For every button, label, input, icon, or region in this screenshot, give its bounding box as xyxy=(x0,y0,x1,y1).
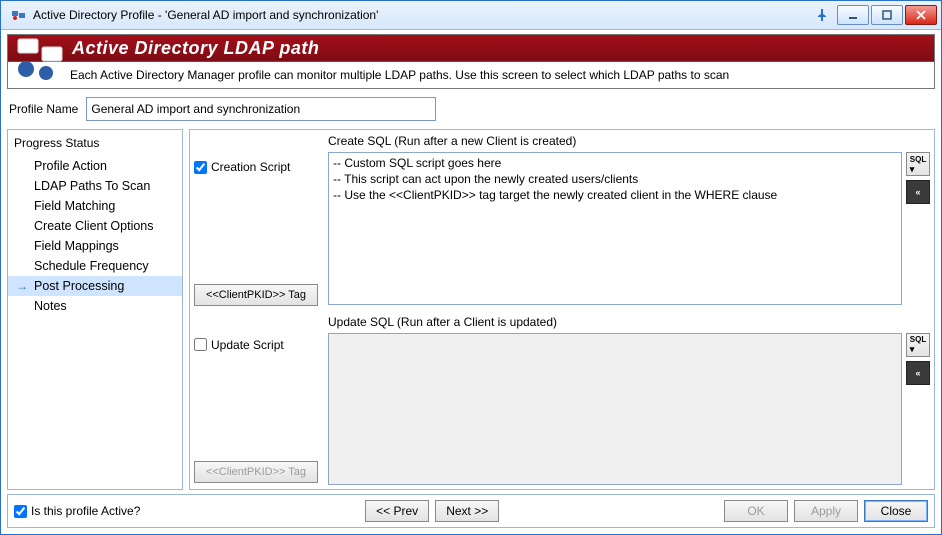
sidebar-item-label: Field Mappings xyxy=(34,239,119,253)
sql-column: Create SQL (Run after a new Client is cr… xyxy=(322,130,934,489)
update-sql-label: Update SQL (Run after a Client is update… xyxy=(328,315,928,331)
sql-icon: SQL▾ xyxy=(910,334,926,355)
minimize-button[interactable] xyxy=(837,5,869,25)
sidebar-item-schedule-frequency[interactable]: Schedule Frequency xyxy=(8,256,182,276)
pin-icon[interactable] xyxy=(811,6,833,24)
close-window-button[interactable] xyxy=(905,5,937,25)
update-sql-textarea xyxy=(328,333,902,486)
create-sql-label: Create SQL (Run after a new Client is cr… xyxy=(328,134,928,150)
sidebar-item-label: Notes xyxy=(34,299,67,313)
sidebar-title: Progress Status xyxy=(8,134,182,156)
profile-name-label: Profile Name xyxy=(9,102,78,116)
apply-button: Apply xyxy=(794,500,858,522)
sidebar-item-create-client-options[interactable]: Create Client Options xyxy=(8,216,182,236)
ok-button: OK xyxy=(724,500,788,522)
chevron-left-icon: « xyxy=(915,187,920,197)
prev-button[interactable]: << Prev xyxy=(365,500,429,522)
banner-subtitle: Each Active Directory Manager profile ca… xyxy=(8,61,934,88)
titlebar[interactable]: Active Directory Profile - 'General AD i… xyxy=(1,1,941,30)
banner-title: Active Directory LDAP path xyxy=(72,38,319,59)
body: Progress Status Profile Action LDAP Path… xyxy=(7,129,935,490)
sidebar: Progress Status Profile Action LDAP Path… xyxy=(7,129,183,490)
sidebar-item-label: LDAP Paths To Scan xyxy=(34,179,150,193)
chevron-left-icon: « xyxy=(915,368,920,378)
sidebar-item-label: Field Matching xyxy=(34,199,115,213)
content-area: Active Directory LDAP path Each Active D… xyxy=(1,30,941,534)
sql-dropdown-button-create[interactable]: SQL▾ xyxy=(906,152,930,176)
profile-name-input[interactable] xyxy=(86,97,436,121)
banner: Active Directory LDAP path Each Active D… xyxy=(7,34,935,89)
update-script-checkbox[interactable] xyxy=(194,338,207,351)
banner-icon xyxy=(14,37,66,81)
sidebar-item-post-processing[interactable]: → Post Processing xyxy=(8,276,182,296)
sidebar-item-field-matching[interactable]: Field Matching xyxy=(8,196,182,216)
app-icon xyxy=(11,7,27,23)
update-script-label: Update Script xyxy=(211,338,284,352)
options-column: Creation Script <<ClientPKID>> Tag Updat… xyxy=(190,130,322,489)
sidebar-item-label: Create Client Options xyxy=(34,219,154,233)
active-label: Is this profile Active? xyxy=(31,504,140,518)
clientpkid-tag-button-create[interactable]: <<ClientPKID>> Tag xyxy=(194,284,318,306)
update-script-checkbox-row[interactable]: Update Script xyxy=(194,338,318,352)
main-panel: Creation Script <<ClientPKID>> Tag Updat… xyxy=(189,129,935,490)
creation-script-label: Creation Script xyxy=(211,160,290,174)
window-root: Active Directory Profile - 'General AD i… xyxy=(0,0,942,535)
active-checkbox[interactable] xyxy=(14,505,27,518)
sidebar-item-label: Schedule Frequency xyxy=(34,259,149,273)
arrow-right-icon: → xyxy=(16,279,28,293)
window-controls xyxy=(837,5,937,25)
creation-script-checkbox[interactable] xyxy=(194,161,207,174)
create-sql-tools: SQL▾ « xyxy=(906,152,928,305)
sql-icon: SQL▾ xyxy=(910,154,926,175)
update-sql-tools: SQL▾ « xyxy=(906,333,928,486)
collapse-button-update[interactable]: « xyxy=(906,361,930,385)
sidebar-item-ldap-paths[interactable]: LDAP Paths To Scan xyxy=(8,176,182,196)
window-title: Active Directory Profile - 'General AD i… xyxy=(33,8,811,22)
sidebar-item-label: Profile Action xyxy=(34,159,107,173)
create-sql-textarea[interactable] xyxy=(328,152,902,305)
close-button[interactable]: Close xyxy=(864,500,928,522)
sidebar-item-field-mappings[interactable]: Field Mappings xyxy=(8,236,182,256)
sidebar-item-label: Post Processing xyxy=(34,279,124,293)
sidebar-list: Profile Action LDAP Paths To Scan Field … xyxy=(8,156,182,485)
active-checkbox-row[interactable]: Is this profile Active? xyxy=(14,504,140,518)
sidebar-item-profile-action[interactable]: Profile Action xyxy=(8,156,182,176)
sidebar-item-notes[interactable]: Notes xyxy=(8,296,182,316)
maximize-button[interactable] xyxy=(871,5,903,25)
profile-name-row: Profile Name xyxy=(7,93,935,125)
next-button[interactable]: Next >> xyxy=(435,500,499,522)
sql-dropdown-button-update[interactable]: SQL▾ xyxy=(906,333,930,357)
collapse-button-create[interactable]: « xyxy=(906,180,930,204)
creation-script-checkbox-row[interactable]: Creation Script xyxy=(194,160,318,174)
clientpkid-tag-button-update: <<ClientPKID>> Tag xyxy=(194,461,318,483)
footer: Is this profile Active? << Prev Next >> … xyxy=(7,494,935,528)
